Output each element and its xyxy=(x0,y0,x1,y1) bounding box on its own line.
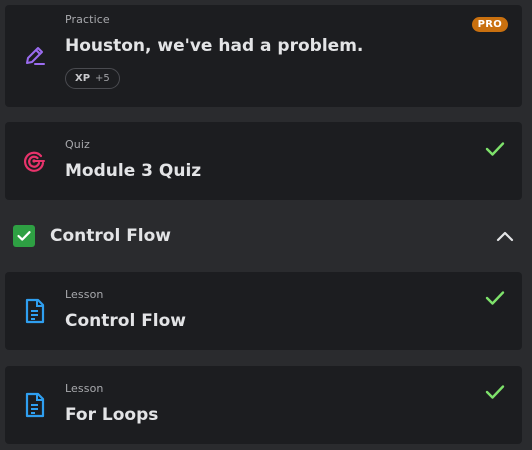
item-kind: Practice xyxy=(65,13,110,26)
item-kind: Quiz xyxy=(65,138,90,151)
chevron-up-icon[interactable] xyxy=(496,229,514,243)
item-title: Module 3 Quiz xyxy=(65,161,202,181)
check-icon xyxy=(485,142,505,156)
item-kind: Lesson xyxy=(65,382,104,395)
pencil-icon xyxy=(22,42,48,68)
lesson-card[interactable]: Lesson For Loops xyxy=(5,366,522,444)
item-kind: Lesson xyxy=(65,288,104,301)
section-title: Control Flow xyxy=(50,226,172,246)
check-icon xyxy=(485,385,505,399)
pro-badge: PRO xyxy=(471,17,508,32)
section-complete-checkbox xyxy=(13,225,35,247)
quiz-card[interactable]: Quiz Module 3 Quiz xyxy=(5,122,522,200)
check-icon xyxy=(485,291,505,305)
lesson-card[interactable]: Lesson Control Flow xyxy=(5,272,522,350)
item-title: Control Flow xyxy=(65,311,187,331)
document-icon xyxy=(22,392,48,418)
item-title: For Loops xyxy=(65,405,159,425)
practice-card[interactable]: Practice Houston, we've had a problem. P… xyxy=(5,5,522,107)
section-header-control-flow[interactable]: Control Flow xyxy=(0,215,532,259)
item-title: Houston, we've had a problem. xyxy=(65,36,364,56)
target-icon xyxy=(22,148,48,174)
xp-chip: XP +5 xyxy=(65,68,120,89)
xp-label: XP xyxy=(75,73,91,84)
document-icon xyxy=(22,298,48,324)
xp-value: +5 xyxy=(95,73,110,84)
